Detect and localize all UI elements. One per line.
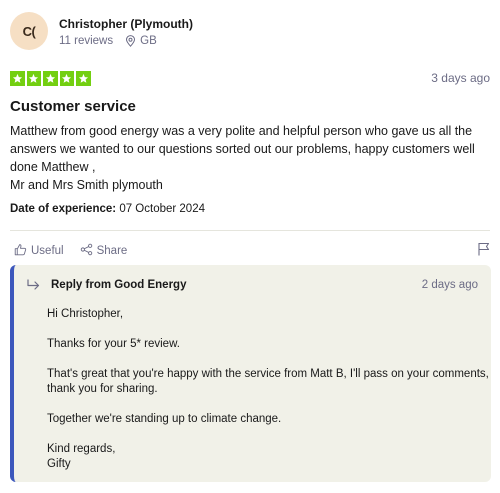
review-count: 11 reviews [59,34,114,47]
reply-signoff: Kind regards, Gifty [47,442,487,472]
experience-label: Date of experience: [10,203,117,215]
avatar[interactable]: C( [10,12,48,50]
star-icon [76,71,91,86]
consumer-info: Christopher (Plymouth) 11 reviews GB [59,16,193,47]
reply-line: thank you for sharing. [47,383,158,395]
review-title[interactable]: Customer service [10,98,136,115]
reply-line: Gifty [47,458,71,470]
reply-title: Reply from Good Energy [51,279,187,291]
experience-date: 07 October 2024 [119,203,205,215]
review-body-line: Matthew from good energy was a very poli… [10,124,473,138]
review-body-line: Mr and Mrs Smith plymouth [10,178,163,192]
reply-paragraph: Together we're standing up to climate ch… [47,413,282,425]
share-button[interactable]: Share [80,243,128,259]
reply-paragraph: Thanks for your 5* review. [47,338,180,350]
divider [10,230,490,231]
consumer-country: GB [140,34,157,47]
star-icon [59,71,74,86]
date-of-experience: Date of experience: 07 October 2024 [10,203,205,215]
useful-button[interactable]: Useful [14,243,64,259]
map-pin-icon [125,34,136,47]
reply-paragraph: That's great that you're happy with the … [47,367,489,397]
useful-label: Useful [31,245,64,257]
reply-date: 2 days ago [421,279,478,291]
reply-greeting: Hi Christopher, [47,308,124,320]
review-body: Matthew from good energy was a very poli… [10,122,495,194]
star-icon [43,71,58,86]
reply-line: Kind regards, [47,443,116,455]
star-icon [10,71,25,86]
share-icon [80,243,93,259]
share-label: Share [96,245,128,257]
review-actions: Useful Share [14,243,127,259]
review-date: 3 days ago [431,71,490,86]
flag-icon[interactable] [477,242,490,261]
company-reply: Reply from Good Energy 2 days ago Hi Chr… [10,265,491,482]
consumer-name[interactable]: Christopher (Plymouth) [59,16,193,32]
rating-row: 3 days ago [10,71,490,86]
consumer-meta: 11 reviews GB [59,35,193,47]
star-icon [26,71,41,86]
reply-body: Hi Christopher, Thanks for your 5* revie… [47,307,489,472]
review-card: C( Christopher (Plymouth) 11 reviews GB [0,0,500,493]
review-body-line: done Matthew , [10,160,96,174]
star-rating [10,71,91,86]
thumbs-up-icon [14,243,27,259]
reply-arrow-icon [27,279,41,291]
consumer-header: C( Christopher (Plymouth) 11 reviews GB [10,12,193,50]
review-body-line: answers we wanted to our questions sorte… [10,142,475,156]
reply-header: Reply from Good Energy 2 days ago [27,279,478,291]
reply-line: That's great that you're happy with the … [47,368,489,380]
